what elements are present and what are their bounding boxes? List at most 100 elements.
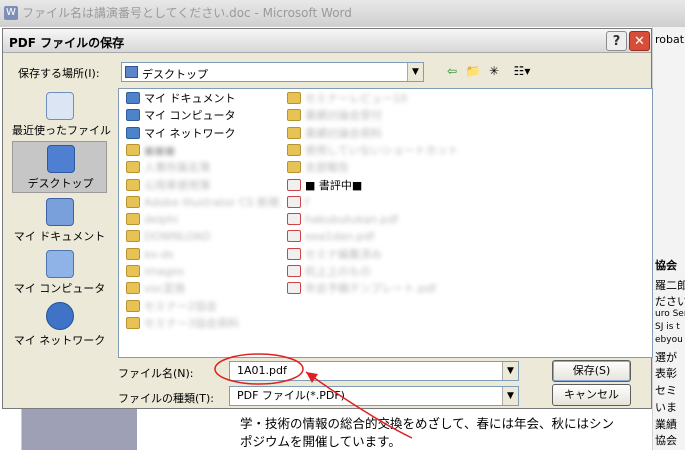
file-item[interactable]: 机上上のもの <box>287 264 371 280</box>
word-fragment: 協会 <box>655 259 677 272</box>
file-item[interactable]: Adobe Illustrator CS 新規 <box>126 195 279 211</box>
file-item[interactable]: 年会予稿テンプレート.pdf <box>287 281 436 297</box>
pdf-file-icon <box>287 195 301 208</box>
chevron-down-icon[interactable]: ▼ <box>502 362 518 380</box>
folder-icon <box>126 282 140 295</box>
file-item[interactable]: delphi <box>126 212 178 228</box>
file-item[interactable]: 支部報告 <box>287 160 349 176</box>
computer-icon <box>46 250 74 278</box>
file-item-label: 年会予稿テンプレート.pdf <box>305 282 437 296</box>
filetype-value: PDF ファイル(*.PDF) <box>237 389 345 402</box>
word-fragment: robat <box>655 33 685 46</box>
word-fragment: 表彰 <box>655 367 677 380</box>
file-item[interactable]: 人事所属名簿 <box>126 160 210 176</box>
place-my-documents[interactable]: マイ ドキュメント <box>12 195 107 247</box>
word-left-margin <box>0 409 22 450</box>
file-item[interactable]: f <box>287 195 309 211</box>
word-fragment: 羅二郎 <box>655 279 685 292</box>
back-arrow-icon[interactable]: ⇦ <box>443 63 461 80</box>
folder-icon <box>126 230 140 243</box>
system-folder-icon <box>126 92 140 104</box>
word-fragment: ださい <box>655 295 685 308</box>
desktop-icon <box>47 145 75 173</box>
file-item-label: 業績討論会受付 <box>305 109 382 123</box>
place-recent[interactable]: 最近使ったファイル <box>12 89 111 141</box>
file-item-label: マイ ネットワーク <box>144 126 236 140</box>
place-label: 最近使ったファイル <box>12 124 111 137</box>
file-item-label: delphi <box>144 213 178 227</box>
file-item-label: 机上上のもの <box>305 265 371 278</box>
chevron-down-icon[interactable]: ▼ <box>502 387 518 405</box>
word-body-line: ポジウムを開催しています。 <box>240 434 401 449</box>
file-item-label: Adobe Illustrator CS 新規 <box>144 195 280 209</box>
file-item[interactable]: 業績討論会受付 <box>287 108 382 124</box>
folder-icon <box>287 161 301 174</box>
folder-icon <box>126 299 140 312</box>
filename-input[interactable]: 1A01.pdf ▼ <box>229 361 519 381</box>
file-item[interactable]: マイ ネットワーク <box>126 126 236 142</box>
file-item[interactable]: 使用していないショートカット <box>287 143 459 159</box>
folder-icon <box>287 126 301 139</box>
file-item-label: hakubutukan.pdf <box>305 213 399 227</box>
help-button[interactable]: ? <box>606 31 627 51</box>
dialog-title-bar[interactable]: PDF ファイルの保存 ? ✕ <box>3 29 651 53</box>
file-item[interactable]: セミナー2協会 <box>126 299 217 315</box>
system-folder-icon <box>126 109 140 122</box>
file-item[interactable]: DOWNLOAD <box>126 229 210 245</box>
save-location-label: 保存する場所(I): <box>18 67 100 80</box>
file-item[interactable]: ■ 書評中■ <box>287 178 362 194</box>
word-window-title: ファイル名は講演番号としてください.doc - Microsoft Word <box>22 6 352 20</box>
view-menu-icon[interactable]: ☷▾ <box>509 63 535 80</box>
file-item-label: マイ コンピュータ <box>144 109 236 123</box>
place-desktop[interactable]: デスクトップ <box>12 141 107 193</box>
pdf-file-icon <box>287 247 301 260</box>
place-my-network[interactable]: マイ ネットワーク <box>12 299 107 351</box>
folder-icon <box>126 247 140 260</box>
word-fragment: 業績 <box>655 418 677 431</box>
file-item[interactable]: hakubutukan.pdf <box>287 212 398 228</box>
word-title-bar: W ファイル名は講演番号としてください.doc - Microsoft Word <box>0 0 685 27</box>
file-item[interactable]: 公用車使用簿 <box>126 178 210 194</box>
word-fragment: ebyou <box>655 335 683 345</box>
close-button[interactable]: ✕ <box>629 31 650 51</box>
cancel-button[interactable]: キャンセル <box>552 384 631 406</box>
save-location-select[interactable]: デスクトップ ▼ <box>121 62 424 82</box>
file-item-label: DOWNLOAD <box>144 230 211 244</box>
pdf-file-icon <box>287 213 301 226</box>
file-item-label: セミナ編集済み <box>305 247 382 261</box>
word-fragment: セミ <box>655 384 677 397</box>
file-item-label: ex-ds <box>144 247 174 261</box>
up-folder-icon[interactable]: 📁 <box>464 63 482 80</box>
file-item-label: 支部報告 <box>305 161 349 175</box>
clock-icon <box>46 92 74 120</box>
place-my-computer[interactable]: マイ コンピュータ <box>12 247 107 299</box>
word-body-text[interactable]: 学・技術の情報の総合的交換をめざして、春には年会、秋にはシン ポジウムを開催して… <box>240 415 614 451</box>
folder-icon <box>126 161 140 174</box>
folder-icon <box>287 109 301 122</box>
new-folder-icon[interactable]: ✳ <box>485 63 503 80</box>
filename-value: 1A01.pdf <box>237 364 287 377</box>
file-item[interactable]: マイ ドキュメント <box>126 91 236 107</box>
word-app-icon: W <box>4 6 18 20</box>
file-list[interactable]: マイ ドキュメントマイ コンピュータ マイ ネットワーク ■■■ 人事所属名簿公用車使… <box>118 88 653 358</box>
file-item[interactable]: 業績討論会資料 <box>287 126 382 142</box>
filetype-select[interactable]: PDF ファイル(*.PDF) ▼ <box>229 386 519 406</box>
file-item[interactable]: images <box>126 264 184 280</box>
file-item-label: 人事所属名簿 <box>144 161 210 175</box>
file-item[interactable]: voc変換 <box>126 281 185 297</box>
word-right-panel: robat 協会 羅二郎 ださい uro Ser SJ is t ebyou 選… <box>652 27 685 450</box>
file-item[interactable]: セミナ編集済み <box>287 247 382 263</box>
places-bar: 最近使ったファイル デスクトップ マイ ドキュメント マイ コンピュータ マイ … <box>12 89 111 352</box>
file-item[interactable]: eea1dan.pdf <box>287 229 374 245</box>
file-item-label: ■■■ <box>144 143 176 157</box>
folder-icon <box>126 316 140 329</box>
file-item[interactable]: マイ コンピュータ <box>126 108 236 124</box>
file-item[interactable]: セミナーレビュー10 <box>287 91 407 107</box>
file-item[interactable]: ex-ds <box>126 247 174 263</box>
file-item[interactable]: セミナー3協会資料 <box>126 316 239 332</box>
chevron-down-icon[interactable]: ▼ <box>407 63 423 81</box>
file-item[interactable]: ■■■ <box>126 143 175 159</box>
filename-label: ファイル名(N): <box>118 367 194 380</box>
save-button[interactable]: 保存(S) <box>552 360 631 382</box>
file-item-label: セミナーレビュー10 <box>305 92 407 105</box>
